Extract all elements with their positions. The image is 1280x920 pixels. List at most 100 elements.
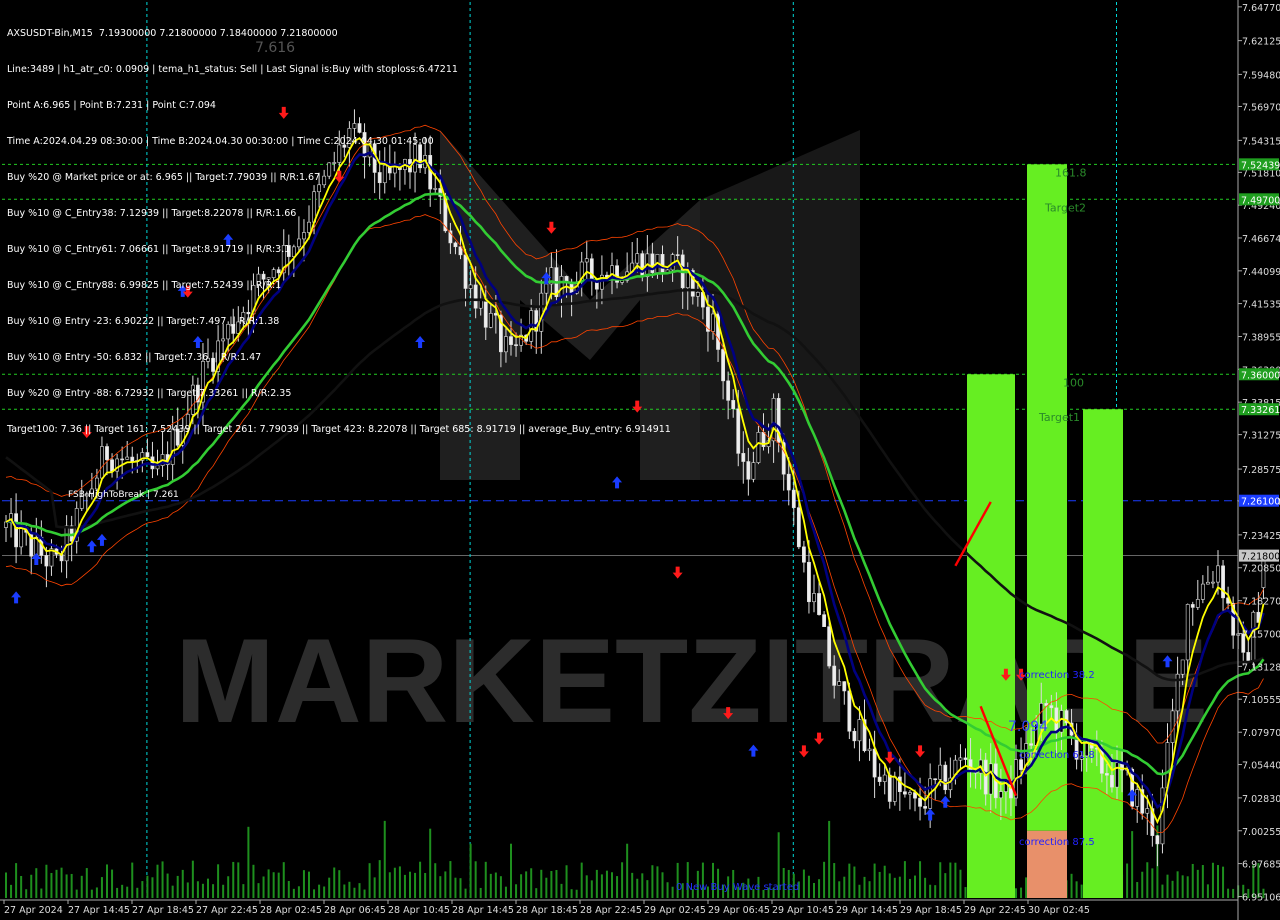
volume-bar — [424, 872, 427, 898]
volume-bar — [15, 863, 18, 898]
time-tick-label: 27 Apr 18:45 — [132, 905, 194, 916]
volume-bar — [459, 878, 462, 898]
volume-bar — [328, 877, 331, 898]
candle-body — [771, 398, 776, 442]
target2-label: Target2 — [1044, 201, 1086, 214]
candle-body — [801, 546, 806, 563]
price-tick-label: 7.00255 — [1242, 827, 1280, 838]
volume-bar — [540, 869, 543, 898]
volume-bar — [111, 869, 114, 898]
volume-bar — [656, 866, 659, 898]
volume-bar — [1217, 865, 1219, 898]
volume-bar — [343, 884, 346, 898]
volume-bar — [262, 876, 265, 898]
candle-body — [1054, 707, 1059, 733]
volume-bar — [1141, 871, 1144, 898]
volume-bar — [1025, 877, 1028, 898]
volume-bar — [348, 881, 351, 898]
volume-bar — [80, 875, 83, 898]
volume-bar — [1227, 888, 1230, 898]
volume-bar — [1015, 888, 1017, 898]
candle-body — [852, 730, 857, 742]
candle-body — [14, 513, 19, 548]
volume-bar — [146, 875, 149, 898]
volume-bar — [934, 885, 937, 898]
volume-bar — [212, 884, 215, 898]
candle-body — [857, 719, 862, 742]
volume-bar — [313, 889, 316, 898]
volume-bar — [318, 884, 321, 898]
volume-bar — [504, 886, 507, 898]
volume-bar — [515, 884, 518, 898]
volume-bar — [494, 872, 497, 898]
price-tick-label: 7.44099 — [1242, 267, 1280, 278]
candle-body — [963, 757, 968, 760]
volume-bar — [444, 871, 447, 898]
volume-bar — [868, 881, 871, 898]
price-tick-label: 7.41535 — [1242, 300, 1280, 311]
volume-bar — [535, 888, 538, 898]
candle-body — [918, 797, 922, 807]
candle-body — [1105, 773, 1109, 776]
volume-bar — [626, 843, 629, 898]
volume-bar — [161, 861, 164, 898]
candle-body — [938, 764, 943, 780]
volume-bar — [1080, 884, 1083, 898]
volume-bar — [409, 871, 411, 898]
volume-bar — [823, 861, 826, 898]
volume-bar — [469, 843, 472, 898]
volume-bar — [641, 873, 644, 898]
volume-bar — [419, 861, 422, 898]
volume-bar — [1131, 831, 1134, 898]
volume-bar — [671, 886, 674, 898]
volume-bar — [833, 863, 836, 898]
volume-bar — [65, 874, 68, 898]
time-tick-label: 29 Apr 02:45 — [644, 905, 706, 916]
candle-body — [695, 292, 700, 297]
volume-bar — [1232, 888, 1235, 898]
level-tag-label: 7.21800 — [1241, 552, 1280, 563]
volume-bar — [919, 861, 922, 898]
candle-body — [1190, 604, 1195, 608]
volume-bar — [944, 873, 947, 898]
volume-bar — [373, 877, 376, 898]
time-tick-label: 29 Apr 18:45 — [900, 905, 962, 916]
volume-bar — [45, 864, 48, 898]
point-c-label: 7.094 — [1008, 719, 1048, 735]
candle-body — [1216, 565, 1220, 583]
time-tick-label: 28 Apr 02:45 — [260, 905, 322, 916]
volume-bar — [398, 866, 401, 898]
volume-bar — [121, 884, 124, 898]
target1-label: Target1 — [1038, 411, 1080, 424]
volume-bar — [959, 869, 962, 898]
volume-bar — [499, 876, 502, 898]
level-tag-label: 7.26100 — [1241, 497, 1280, 508]
candle-body — [155, 465, 160, 470]
volume-bar — [106, 864, 108, 898]
volume-bar — [60, 867, 63, 898]
candle-body — [882, 774, 887, 782]
candle-body — [736, 408, 741, 454]
volume-bar — [100, 877, 103, 898]
volume-bar — [1161, 884, 1164, 898]
price-tick-label: 7.13128 — [1242, 662, 1280, 673]
candle-body — [1115, 762, 1119, 788]
price-tick-label: 7.56970 — [1242, 102, 1280, 113]
info-line: Buy %20 @ Market price or at: 6.965 || T… — [7, 172, 321, 183]
volume-bar — [297, 886, 300, 898]
candle-body — [731, 400, 736, 410]
candle-body — [892, 776, 897, 802]
volume-bar — [1151, 868, 1154, 898]
candle-body — [988, 763, 993, 795]
price-tick-label: 7.38955 — [1242, 333, 1280, 344]
volume-bar — [333, 867, 336, 898]
volume-bar — [903, 861, 906, 898]
volume-bar — [186, 882, 189, 898]
volume-bar — [474, 861, 477, 898]
volume-bar — [631, 872, 634, 898]
volume-bar — [217, 864, 220, 898]
volume-bar — [282, 862, 285, 898]
volume-bar — [393, 867, 396, 898]
price-tick-label: 7.62125 — [1242, 37, 1280, 48]
candle-body — [105, 446, 109, 461]
